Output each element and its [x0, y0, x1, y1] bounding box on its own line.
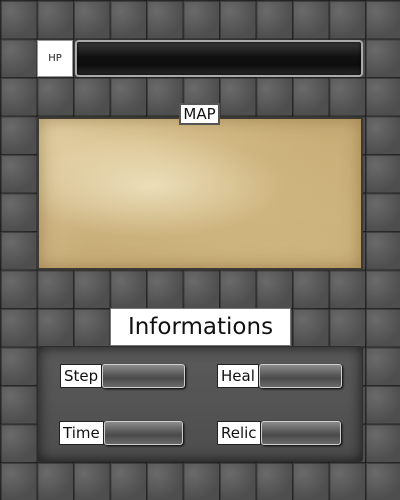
stat-step: Step	[60, 364, 185, 388]
stat-heal-label: Heal	[217, 364, 259, 388]
stat-heal: Heal	[217, 364, 342, 388]
stat-relic: Relic	[217, 421, 341, 445]
stat-step-bar	[102, 364, 185, 388]
map-label: MAP	[179, 103, 220, 125]
stat-relic-bar	[260, 421, 341, 445]
stat-time-label: Time	[59, 421, 104, 445]
stat-time: Time	[59, 421, 183, 445]
hp-label: HP	[37, 40, 73, 77]
stat-step-label: Step	[60, 364, 103, 388]
stat-heal-bar	[258, 364, 342, 388]
map-panel[interactable]	[37, 117, 363, 270]
stat-relic-label: Relic	[217, 421, 261, 445]
hp-bar	[75, 40, 363, 77]
informations-title: Informations	[110, 308, 291, 346]
stat-time-bar	[103, 421, 183, 445]
